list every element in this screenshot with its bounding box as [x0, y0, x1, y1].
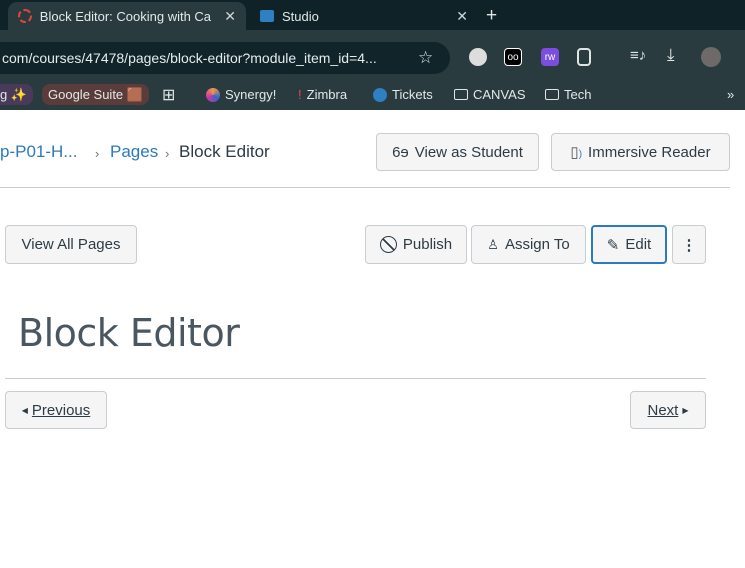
bookmark-synergy[interactable]: Synergy! [200, 84, 282, 105]
download-icon[interactable]: ⤓ [667, 45, 675, 65]
previous-button[interactable]: ◀ Previous [5, 391, 107, 429]
tickets-icon [373, 87, 387, 102]
immersive-reader-icon: ▯) [570, 144, 583, 161]
folder-icon [545, 89, 559, 100]
breadcrumb-separator: › [95, 146, 100, 161]
bookmark-folder-canvas[interactable]: CANVAS [448, 84, 532, 105]
bookmark-tickets[interactable]: Tickets [367, 84, 439, 105]
breadcrumb-current: Block Editor [179, 142, 270, 161]
page-title: Block Editor [18, 311, 240, 355]
more-bookmarks-button[interactable]: » [721, 84, 740, 105]
address-bar[interactable]: com/courses/47478/pages/block-editor?mod… [0, 42, 450, 74]
bookmark-star-icon[interactable]: ☆ [418, 48, 433, 68]
close-tab-icon[interactable]: ✕ [456, 8, 468, 25]
synergy-icon [206, 87, 220, 102]
glasses-icon: 6ɘ [392, 143, 409, 161]
folder-icon [454, 89, 468, 100]
caret-right-icon: ▶ [682, 405, 689, 415]
apps-grid-icon[interactable]: ⊞ [156, 84, 181, 105]
tab-studio[interactable]: Studio ✕ [250, 2, 478, 30]
caret-left-icon: ◀ [21, 405, 28, 415]
user-icon: ♙ [487, 236, 499, 252]
pencil-icon: ✎ [606, 236, 620, 254]
divider [5, 378, 706, 379]
bookmark[interactable]: g ✨ [0, 84, 34, 105]
breadcrumb-course[interactable]: p-P01-H... [0, 142, 77, 162]
assign-to-button[interactable]: ♙ Assign To [471, 225, 586, 264]
close-tab-icon[interactable]: ✕ [224, 8, 236, 25]
canvas-icon [18, 9, 32, 23]
more-options-button[interactable]: ⋮ [672, 225, 706, 264]
bookmark-google-suite[interactable]: Google Suite 🟫 [42, 84, 149, 105]
bookmark-folder-tech[interactable]: Tech [539, 84, 597, 105]
extension-icon[interactable]: rw [541, 48, 559, 66]
unpublished-icon [379, 236, 397, 253]
view-all-pages-button[interactable]: View All Pages [5, 225, 137, 264]
edit-button[interactable]: ✎ Edit [591, 225, 667, 264]
tab-block-editor[interactable]: Block Editor: Cooking with Ca ✕ [8, 2, 246, 30]
avatar[interactable] [701, 47, 721, 67]
publish-button[interactable]: Publish [365, 225, 467, 264]
view-as-student-button[interactable]: 6ɘ View as Student [376, 133, 539, 171]
reading-list-icon[interactable]: ≡♪ [630, 47, 646, 64]
extensions-puzzle-icon[interactable] [577, 48, 591, 66]
new-tab-button[interactable]: + [486, 5, 497, 27]
breadcrumb-pages[interactable]: Pages [110, 142, 158, 162]
extension-icon[interactable] [469, 48, 487, 66]
bookmark-zimbra[interactable]: ǃ Zimbra [292, 84, 353, 105]
divider [0, 187, 730, 188]
immersive-reader-button[interactable]: ▯) Immersive Reader [551, 133, 730, 171]
next-button[interactable]: Next ▶ [630, 391, 706, 429]
extension-icon[interactable]: oo [504, 48, 522, 66]
breadcrumb-separator: › [165, 146, 170, 161]
studio-icon [260, 10, 274, 22]
zimbra-icon: ǃ [298, 87, 302, 102]
